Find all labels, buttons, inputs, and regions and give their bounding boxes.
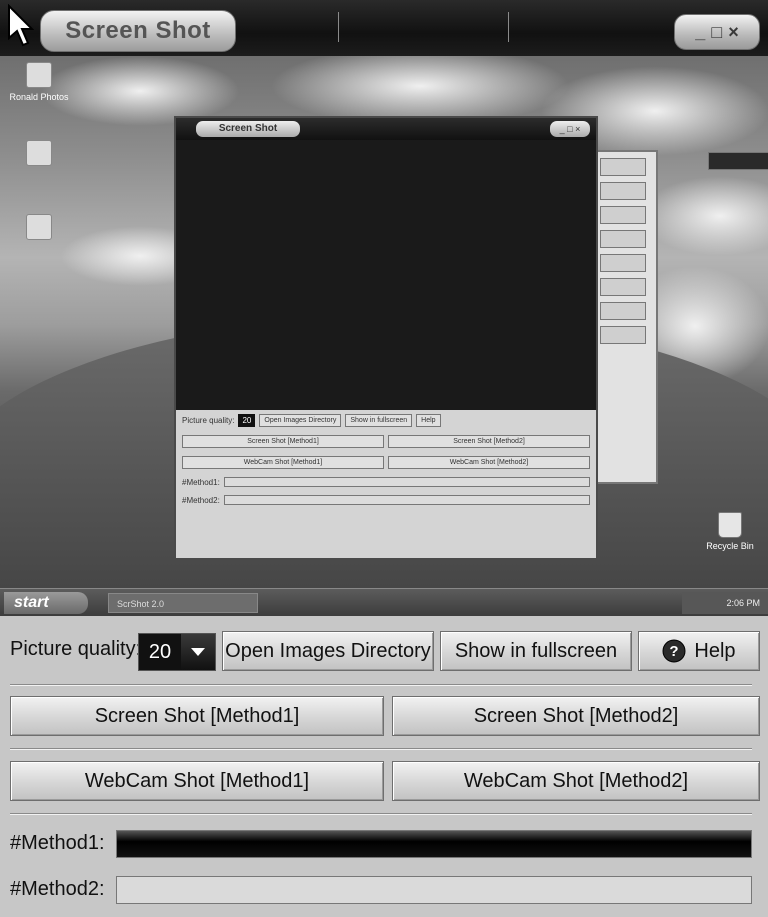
titlebar-divider: [508, 12, 509, 42]
taskbar-item[interactable]: ScrShot 2.0: [108, 593, 258, 613]
system-tray-clock: 2:06 PM: [682, 592, 768, 614]
titlebar-divider: [338, 12, 339, 42]
picture-quality-select[interactable]: 20: [138, 633, 216, 671]
folder-icon: [26, 62, 52, 88]
method2-label: #Method2:: [10, 878, 105, 900]
screen-shot-method2-button[interactable]: Screen Shot [Method2]: [392, 696, 760, 736]
chevron-down-icon[interactable]: [181, 634, 215, 670]
cloud: [640, 176, 768, 256]
separator: [10, 748, 752, 750]
method1-label: #Method1:: [10, 832, 105, 854]
method1-progress-bar: [116, 830, 752, 858]
webcam-shot-method1-button[interactable]: WebCam Shot [Method1]: [10, 761, 384, 801]
start-button[interactable]: start: [4, 592, 88, 614]
desktop-icon[interactable]: Ronald Photos: [4, 62, 74, 102]
desktop-icon[interactable]: [4, 214, 74, 244]
picture-quality-value: 20: [139, 634, 181, 670]
folder-icon: [26, 214, 52, 240]
maximize-button[interactable]: □: [711, 22, 722, 43]
svg-text:?: ?: [670, 643, 679, 660]
mouse-cursor-icon: [8, 4, 34, 47]
help-icon: ?: [662, 639, 686, 663]
separator: [10, 684, 752, 686]
background-window: [590, 150, 768, 484]
recycle-bin-icon[interactable]: Recycle Bin: [700, 512, 760, 551]
method2-progress-bar: [116, 876, 752, 904]
screenshot-preview: Ronald Photos Screen Shot _ □ × Picture …: [0, 56, 768, 616]
preview-screen-area: [176, 140, 596, 410]
webcam-shot-method2-button[interactable]: WebCam Shot [Method2]: [392, 761, 760, 801]
open-images-directory-button[interactable]: Open Images Directory: [222, 631, 434, 671]
picture-quality-label: Picture quality:: [10, 638, 142, 660]
window-title: Screen Shot: [40, 10, 236, 52]
separator: [10, 813, 752, 815]
screen-shot-method1-button[interactable]: Screen Shot [Method1]: [10, 696, 384, 736]
preview-app-window: Screen Shot _ □ × Picture quality: 20 Op…: [174, 116, 598, 560]
window-titlebar[interactable]: Screen Shot _ □ ×: [0, 0, 768, 56]
help-button[interactable]: ? Help: [638, 631, 760, 671]
window-controls: _ □ ×: [674, 14, 760, 50]
close-button[interactable]: ×: [728, 22, 739, 43]
desktop-icon[interactable]: [4, 140, 74, 170]
taskbar: start ScrShot 2.0 2:06 PM: [0, 588, 768, 616]
minimize-button[interactable]: _: [695, 22, 705, 43]
preview-window-controls: _ □ ×: [550, 121, 590, 137]
document-icon: [26, 140, 52, 166]
preview-window-title: Screen Shot: [196, 121, 300, 137]
show-fullscreen-button[interactable]: Show in fullscreen: [440, 631, 632, 671]
